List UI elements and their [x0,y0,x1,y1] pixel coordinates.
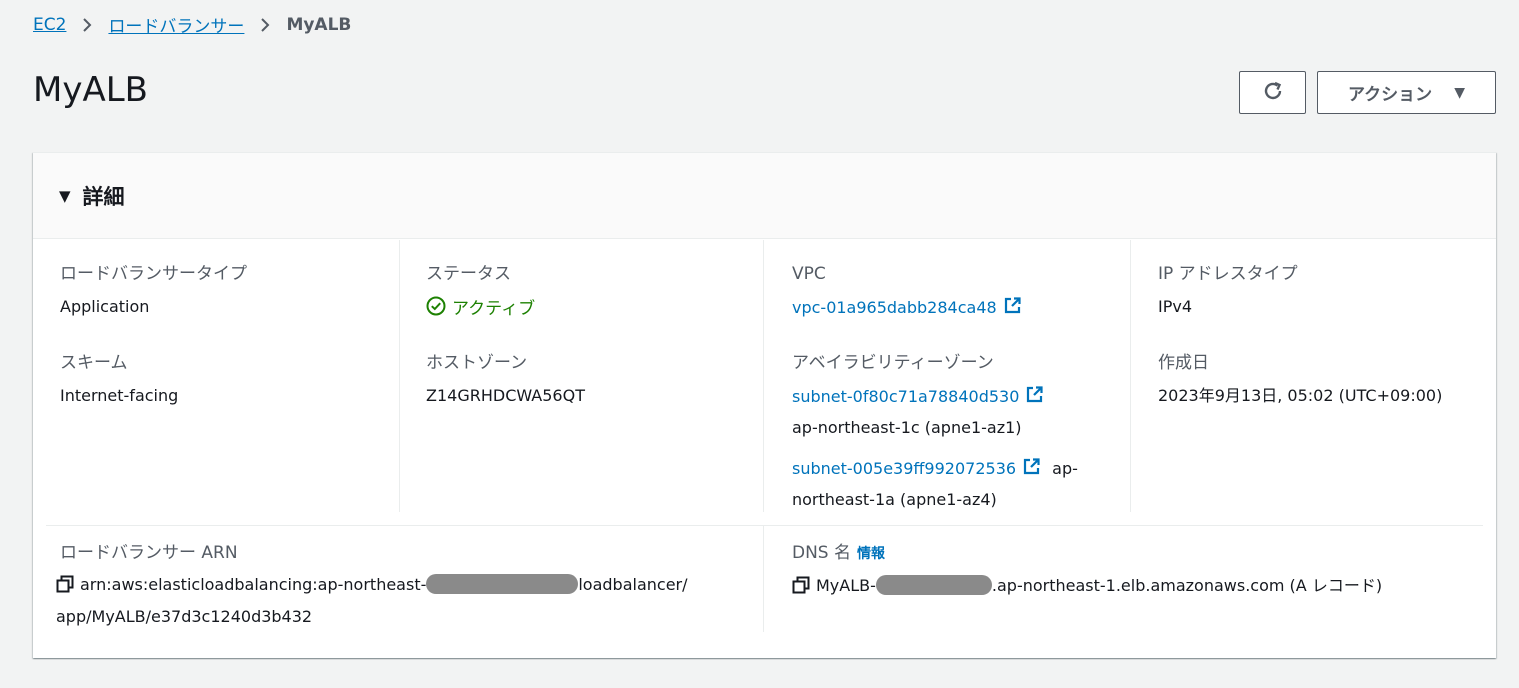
column-lb-type: ロードバランサータイプ Application スキーム Internet-fa… [60,240,400,512]
external-link-icon[interactable] [1022,456,1041,485]
vpc-link[interactable]: vpc-01a965dabb284ca48 [792,298,997,317]
dns-part2: .ap-northeast-1.elb.amazonaws.com (A レコー… [991,576,1383,595]
details-panel: ▼ 詳細 ロードバランサータイプ Application スキーム Intern… [33,152,1496,658]
subnet-2-az-part1: ap- [1052,459,1078,478]
external-link-icon[interactable] [1025,384,1044,413]
vpc-link-row: vpc-01a965dabb284ca48 [792,296,1122,321]
chevron-right-icon [82,17,92,33]
copy-icon[interactable] [792,574,810,603]
redacted-area [875,575,992,595]
dns-value: MyALB- .ap-northeast-1.elb.amazonaws.com … [792,571,1464,603]
breadcrumb-load-balancers[interactable]: ロードバランサー [108,12,244,37]
hosted-zone-value: Z14GRHDCWA56QT [426,386,585,405]
refresh-button[interactable] [1239,71,1306,114]
arn-value: arn:aws:elasticloadbalancing:ap-northeas… [56,570,763,631]
arn-part2: loadbalancer/ [578,575,688,594]
dns-part1: MyALB- [816,576,876,595]
status-value: アクティブ [452,299,536,319]
chevron-right-icon [260,17,270,33]
dns-label: DNS 名 [792,543,852,563]
breadcrumb-ec2[interactable]: EC2 [33,15,66,35]
page-title: MyALB [33,70,148,110]
dns-info-link[interactable]: 情報 [857,546,885,562]
column-ip-type: IP アドレスタイプ IPv4 作成日 2023年9月13日, 05:02 (U… [1131,240,1491,512]
details-title: 詳細 [82,184,125,209]
created-value: 2023年9月13日, 05:02 (UTC+09:00) [1158,386,1443,405]
status-label: ステータス [426,264,511,284]
subnet-1-row: subnet-0f80c71a78840d530 ap-northeast-1c… [792,382,1122,442]
column-status: ステータス アクティブ ホストゾーン Z14GRHDCWA56QT [400,240,764,512]
actions-label: アクション [1348,85,1433,105]
lb-type-value: Application [60,297,150,316]
subnet-2-link[interactable]: subnet-005e39ff992072536 [792,459,1016,478]
arn-part1: arn:aws:elasticloadbalancing:ap-northeas… [80,575,427,594]
external-link-icon[interactable] [1003,296,1022,321]
status-badge: アクティブ [426,296,535,322]
subnet-2-az-part2: northeast-1a (apne1-az4) [792,490,997,509]
redacted-area [426,574,579,594]
scheme-label: スキーム [60,353,128,373]
caret-down-icon: ▼ [59,186,71,205]
breadcrumb: EC2 ロードバランサー MyALB [33,12,352,38]
subnet-1-link[interactable]: subnet-0f80c71a78840d530 [792,387,1019,406]
arn-label: ロードバランサー ARN [60,543,238,563]
subnet-1-az: ap-northeast-1c (apne1-az1) [792,418,1022,437]
column-vpc: VPC vpc-01a965dabb284ca48 アベイラビリティーゾーン s… [764,240,1131,512]
arn-line2: app/MyALB/e37d3c1240d3b432 [56,607,313,626]
copy-icon[interactable] [56,573,74,602]
breadcrumb-current: MyALB [286,14,352,35]
vpc-label: VPC [792,264,826,284]
subnet-2-row: subnet-005e39ff992072536 ap- northeast-1… [792,454,1122,514]
details-header[interactable]: ▼ 詳細 [33,153,1496,239]
scheme-value: Internet-facing [60,386,179,405]
lb-type-label: ロードバランサータイプ [60,264,247,284]
hosted-zone-label: ホストゾーン [426,353,528,373]
arn-field: ロードバランサー ARN arn:aws:elasticloadbalancin… [56,526,764,632]
ip-type-label: IP アドレスタイプ [1158,264,1298,284]
dns-field: DNS 名情報 MyALB- .ap-northeast-1.elb.amazon… [764,526,1464,632]
actions-button[interactable]: アクション ▼ [1317,71,1496,114]
check-circle-icon [426,296,446,322]
refresh-icon [1262,80,1284,106]
created-label: 作成日 [1158,353,1209,373]
caret-down-icon: ▼ [1454,84,1465,101]
ip-type-value: IPv4 [1158,297,1193,316]
az-label: アベイラビリティーゾーン [792,353,994,373]
dns-label-row: DNS 名情報 [792,542,1464,565]
